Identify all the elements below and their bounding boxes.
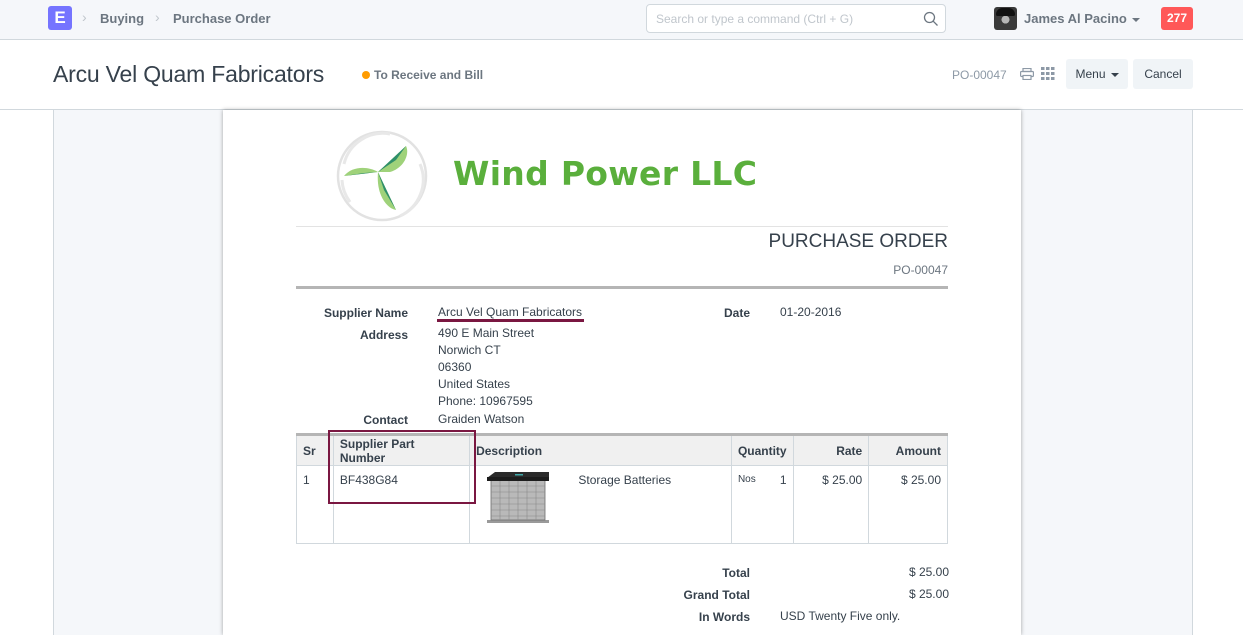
item-image xyxy=(487,472,550,523)
uom: Nos xyxy=(737,474,756,485)
print-icon[interactable] xyxy=(1020,68,1034,80)
address-line: 06360 xyxy=(438,360,472,374)
document-number: PO-00047 xyxy=(893,263,948,277)
contact-label: Contact xyxy=(363,413,408,427)
app-logo[interactable]: E xyxy=(48,6,72,30)
column-header-description: Description xyxy=(469,434,732,466)
notification-badge[interactable]: 277 xyxy=(1161,7,1193,30)
in-words-value: USD Twenty Five only. xyxy=(780,609,901,623)
column-header-amount: Amount xyxy=(868,434,948,466)
divider xyxy=(296,286,948,289)
address-line: 490 E Main Street xyxy=(438,326,535,340)
cell-description: Storage Batteries xyxy=(469,465,732,544)
breadcrumb-purchase-order[interactable]: Purchase Order xyxy=(173,11,271,26)
column-header-rate: Rate xyxy=(792,434,870,466)
annotation-highlight-box xyxy=(328,430,476,504)
caret-down-icon xyxy=(1110,72,1119,77)
search-input[interactable] xyxy=(647,5,917,32)
user-avatar[interactable] xyxy=(994,7,1017,30)
date-label: Date xyxy=(723,306,750,320)
status-badge: To Receive and Bill xyxy=(374,68,484,82)
status-indicator-icon xyxy=(362,71,370,79)
divider xyxy=(296,226,948,227)
company-logo-icon xyxy=(336,130,428,222)
menu-button-label: Menu xyxy=(1075,67,1106,81)
supplier-name-label: Supplier Name xyxy=(323,306,408,320)
chevron-right-icon: › xyxy=(82,9,87,25)
address-line: Norwich CT xyxy=(438,343,501,357)
annotation-underline xyxy=(437,319,584,322)
contact-value: Graiden Watson xyxy=(438,412,525,426)
cancel-button[interactable]: Cancel xyxy=(1133,59,1193,89)
menu-button[interactable]: Menu xyxy=(1066,59,1128,89)
date-value: 01-20-2016 xyxy=(780,305,842,319)
search-box xyxy=(646,4,946,33)
quantity-value: 1 xyxy=(779,473,787,487)
total-label: Total xyxy=(722,566,750,580)
item-description: Storage Batteries xyxy=(578,473,672,487)
caret-down-icon xyxy=(1131,17,1140,22)
grand-total-value: $ 25.00 xyxy=(908,587,949,601)
user-menu[interactable]: James Al Pacino xyxy=(1024,11,1140,26)
breadcrumb-buying[interactable]: Buying xyxy=(100,11,144,26)
page-head: Arcu Vel Quam Fabricators To Receive and… xyxy=(0,41,1243,110)
navbar: E › Buying › Purchase Order James Al Pac… xyxy=(0,0,1243,40)
grand-total-label: Grand Total xyxy=(683,588,750,602)
address-line: Phone: 10967595 xyxy=(438,394,533,408)
in-words-label: In Words xyxy=(698,610,750,624)
cell-rate: $ 25.00 xyxy=(792,465,870,544)
address-line: United States xyxy=(438,377,511,391)
address-value: 490 E Main Street Norwich CT 06360 Unite… xyxy=(438,325,534,410)
grid-icon[interactable] xyxy=(1041,67,1055,80)
cell-quantity: Nos 1 xyxy=(730,465,794,544)
chevron-right-icon: › xyxy=(155,9,160,25)
search-icon[interactable] xyxy=(923,11,939,27)
total-value: $ 25.00 xyxy=(908,565,949,579)
document-title: PURCHASE ORDER xyxy=(768,231,948,252)
page-title: Arcu Vel Quam Fabricators xyxy=(53,61,325,87)
address-label: Address xyxy=(359,328,408,342)
column-header-quantity: Quantity xyxy=(730,434,794,466)
document-name: PO-00047 xyxy=(952,68,1007,82)
user-name: James Al Pacino xyxy=(1024,11,1127,26)
cell-amount: $ 25.00 xyxy=(868,465,948,544)
supplier-name-value: Arcu Vel Quam Fabricators xyxy=(438,305,583,319)
company-name: Wind Power LLC xyxy=(453,154,758,193)
